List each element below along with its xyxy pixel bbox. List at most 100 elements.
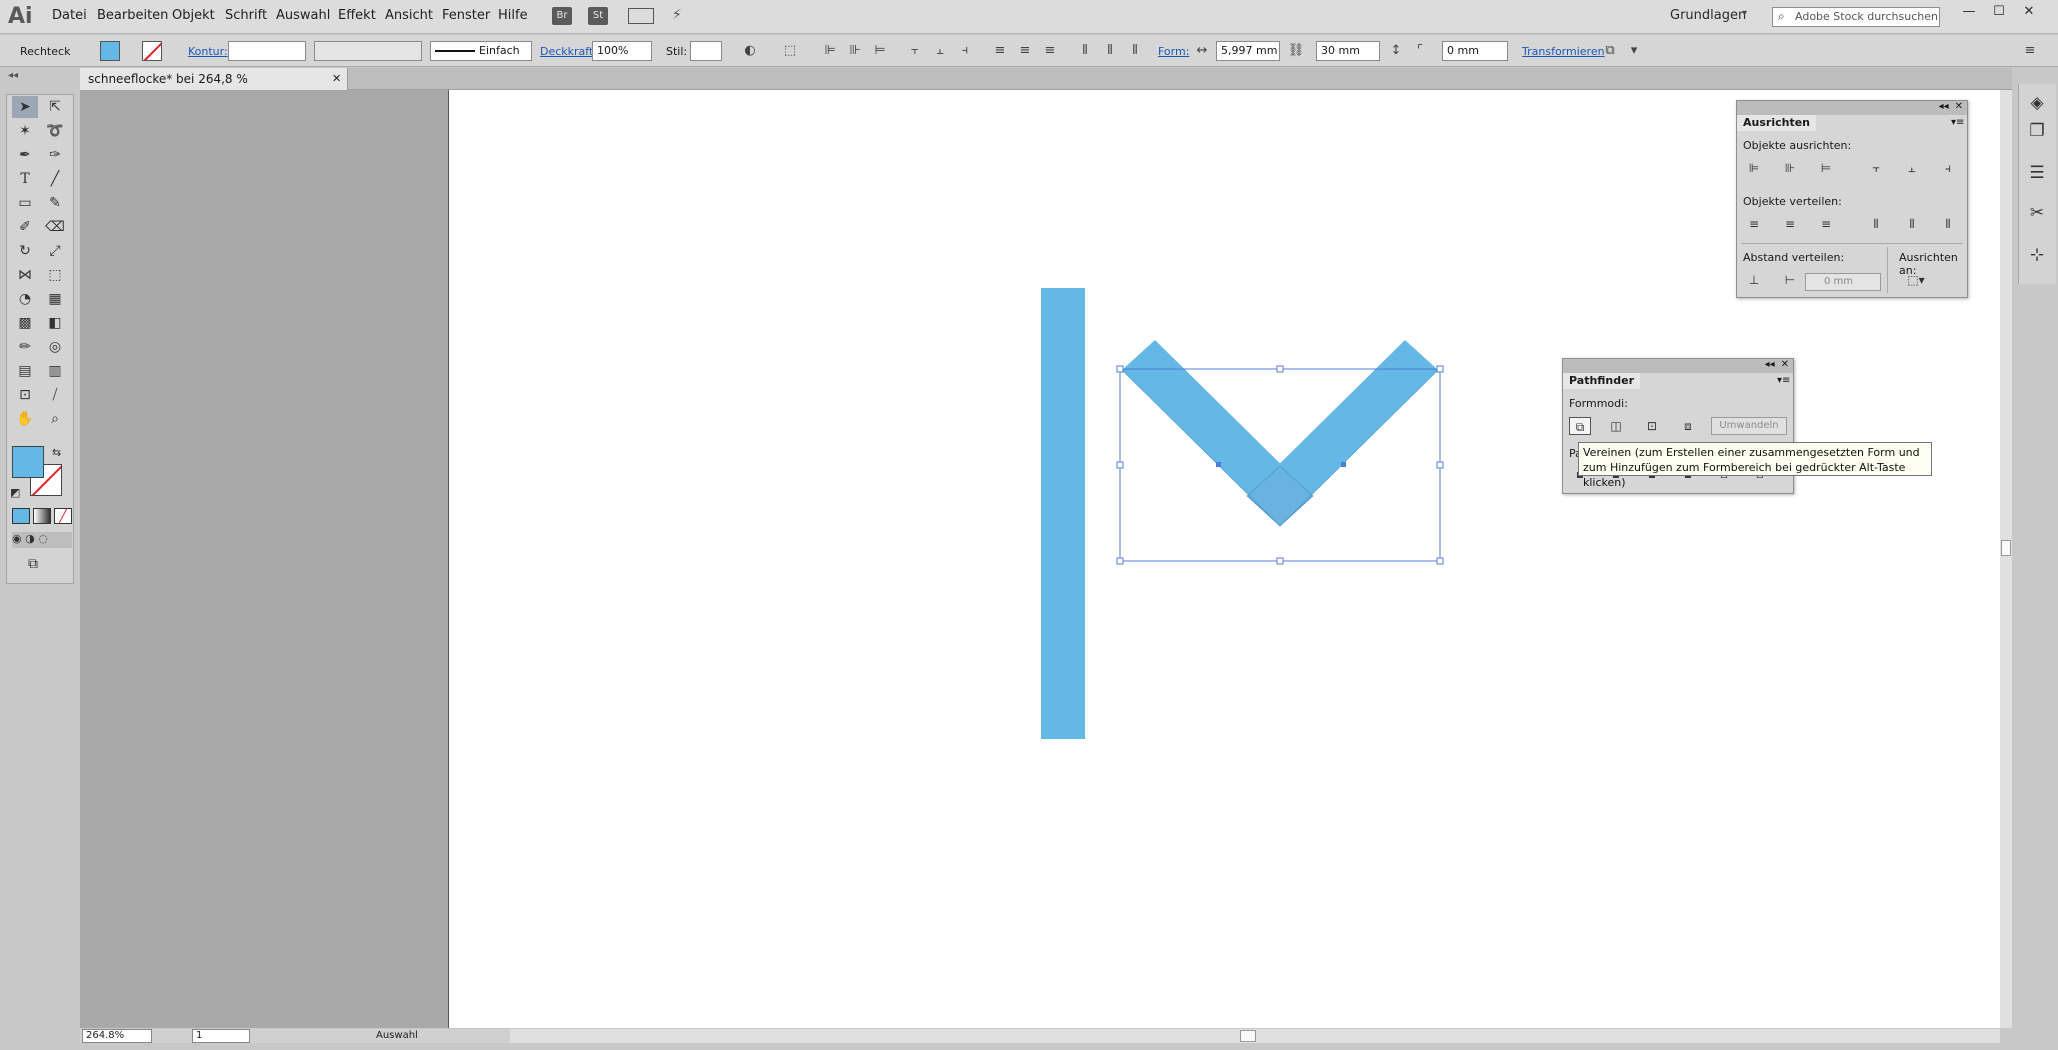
distribute-hcenter-icon[interactable]: ⦀ [1901, 215, 1923, 233]
layers-icon[interactable]: ◈ [2022, 88, 2052, 118]
exclude-button[interactable]: ⧈ [1677, 417, 1699, 435]
stock-badge[interactable]: St [588, 7, 608, 25]
align-vcenter-icon[interactable]: ⫠ [1901, 159, 1923, 177]
collapse-icon[interactable]: ◂◂ [1939, 101, 1949, 112]
align-right-icon[interactable]: ⊨ [870, 41, 890, 61]
distribute-right-icon[interactable]: ⦀ [1937, 215, 1959, 233]
close-icon[interactable]: ✕ [1955, 101, 1963, 112]
swap-colors-icon[interactable]: ⇆ [52, 446, 61, 459]
mesh-tool-icon[interactable]: ▩ [12, 312, 38, 334]
maximize-button[interactable]: ☐ [1985, 3, 2013, 21]
panel-menu-icon[interactable]: ≡ [2020, 41, 2040, 61]
rotate-tool-icon[interactable]: ↻ [12, 240, 38, 262]
constrain-proportions-icon[interactable]: ⛓ [1286, 41, 1306, 61]
document-tab[interactable]: schneeflocke* bei 264,8 % (CMYK/Vorschau… [80, 68, 348, 108]
properties-icon[interactable]: ☰ [2022, 158, 2052, 188]
screen-mode-icon[interactable]: ⧉ [28, 556, 38, 572]
recolor-icon[interactable]: ◐ [740, 41, 760, 61]
unite-button[interactable]: ⧉ [1569, 417, 1591, 435]
free-transform-tool-icon[interactable]: ⬚ [42, 264, 68, 286]
paintbrush-tool-icon[interactable]: ✎ [42, 192, 68, 214]
color-mode-icon[interactable] [12, 508, 30, 524]
align-left-icon[interactable]: ⊫ [1743, 159, 1765, 177]
artboard-number-field[interactable]: 1 [192, 1029, 250, 1043]
handle-top-center[interactable] [1276, 365, 1284, 373]
gpu-performance-icon[interactable]: ⚡ [672, 7, 682, 23]
distribute-vcenter-icon[interactable]: ≡ [1779, 215, 1801, 233]
handle-bottom-right[interactable] [1436, 557, 1444, 565]
eyedropper-tool-icon[interactable]: ✏ [12, 336, 38, 358]
distribute-bottom-icon[interactable]: ≡ [1815, 215, 1837, 233]
distribute-middle-icon[interactable]: ≡ [1015, 41, 1035, 61]
collapse-icon[interactable]: ◂◂ [1765, 359, 1775, 370]
eraser-tool-icon[interactable]: ⌫ [42, 216, 68, 238]
line-tool-icon[interactable]: ╱ [42, 168, 68, 190]
distribute-top-icon[interactable]: ≡ [990, 41, 1010, 61]
magic-wand-tool-icon[interactable]: ✶ [12, 120, 38, 142]
fill-swatch[interactable] [100, 41, 120, 61]
type-tool-icon[interactable]: T [12, 168, 38, 190]
slice-tool-icon[interactable]: ⧸ [42, 384, 68, 406]
stroke-swatch[interactable] [142, 41, 162, 61]
menu-ansicht[interactable]: Ansicht [385, 8, 433, 23]
hand-tool-icon[interactable]: ✋ [12, 408, 38, 430]
minimize-button[interactable]: — [1955, 3, 1983, 21]
align-to-icon[interactable]: ⬚ [780, 41, 800, 61]
handle-middle-right[interactable] [1436, 461, 1444, 469]
vertical-scrollbar[interactable] [2000, 90, 2012, 1028]
none-mode-icon[interactable]: ╱ [54, 508, 72, 524]
stroke-weight-field[interactable] [228, 41, 306, 61]
distribute-hspace-icon[interactable]: ⊢ [1779, 271, 1801, 289]
libraries-icon[interactable]: ✂ [2022, 198, 2052, 228]
blend-tool-icon[interactable]: ◎ [42, 336, 68, 358]
fill-color-front[interactable] [12, 446, 44, 478]
align-bottom-icon[interactable]: ⫞ [955, 41, 975, 61]
artwork-canvas[interactable] [1000, 270, 1480, 750]
vertical-bar-shape[interactable] [1041, 288, 1085, 739]
horizontal-scrollbar[interactable] [510, 1029, 2000, 1043]
width-tool-icon[interactable]: ⋈ [12, 264, 38, 286]
corner-radius-field[interactable]: 0 mm [1442, 41, 1508, 61]
stock-search-input[interactable]: Adobe Stock durchsuchen [1772, 7, 1940, 27]
align-right-icon[interactable]: ⊨ [1815, 159, 1837, 177]
shaper-tool-icon[interactable]: ✐ [12, 216, 38, 238]
pen-tool-icon[interactable]: ✒ [12, 144, 38, 166]
distribute-center-icon[interactable]: ⦀ [1100, 41, 1120, 61]
artboard-tool-icon[interactable]: ⊡ [12, 384, 38, 406]
curvature-tool-icon[interactable]: ✑ [42, 144, 68, 166]
menu-hilfe[interactable]: Hilfe [498, 8, 528, 23]
perspective-grid-tool-icon[interactable]: ▦ [42, 288, 68, 310]
align-to-selection-icon[interactable]: ⬚▾ [1905, 271, 1927, 289]
direct-selection-tool-icon[interactable]: ⇱ [42, 96, 68, 118]
status-tool-label[interactable]: Auswahl [376, 1029, 418, 1043]
stroke-style-field[interactable]: Einfach [430, 41, 532, 61]
gradient-mode-icon[interactable] [33, 508, 51, 524]
handle-middle-left[interactable] [1116, 461, 1124, 469]
artboards-icon[interactable]: ❐ [2022, 116, 2052, 146]
arrange-documents-icon[interactable] [628, 8, 654, 24]
zoom-tool-icon[interactable]: ⌕ [42, 408, 68, 430]
menu-auswahl[interactable]: Auswahl [276, 8, 330, 23]
workspace-switcher[interactable]: Grundlagen [1670, 8, 1746, 23]
distribute-vspace-icon[interactable]: ⊥ [1743, 271, 1765, 289]
handle-top-left[interactable] [1116, 365, 1124, 373]
distribute-bottom-icon[interactable]: ≡ [1040, 41, 1060, 61]
menu-fenster[interactable]: Fenster [442, 8, 490, 23]
bridge-badge[interactable]: Br [552, 7, 572, 25]
transformieren-link[interactable]: Transformieren [1522, 45, 1605, 58]
panel-menu-icon[interactable]: ▾≡ [1777, 375, 1790, 386]
align-left-icon[interactable]: ⊫ [820, 41, 840, 61]
distribute-right-icon[interactable]: ⦀ [1125, 41, 1145, 61]
form-link[interactable]: Form: [1158, 45, 1189, 58]
transform-icon[interactable]: ⊹ [2022, 240, 2052, 270]
distribute-left-icon[interactable]: ⦀ [1075, 41, 1095, 61]
align-bottom-icon[interactable]: ⫞ [1937, 159, 1959, 177]
selection-tool-icon[interactable]: ➤ [12, 96, 38, 118]
distribute-top-icon[interactable]: ≡ [1743, 215, 1765, 233]
pathfinder-panel-tab[interactable]: Pathfinder [1563, 373, 1641, 389]
menu-effekt[interactable]: Effekt [338, 8, 376, 23]
height-field[interactable]: 30 mm [1316, 41, 1380, 61]
align-top-icon[interactable]: ⫟ [905, 41, 925, 61]
expand-button[interactable]: Umwandeln [1711, 417, 1787, 435]
spacing-field[interactable]: 0 mm [1805, 273, 1881, 291]
